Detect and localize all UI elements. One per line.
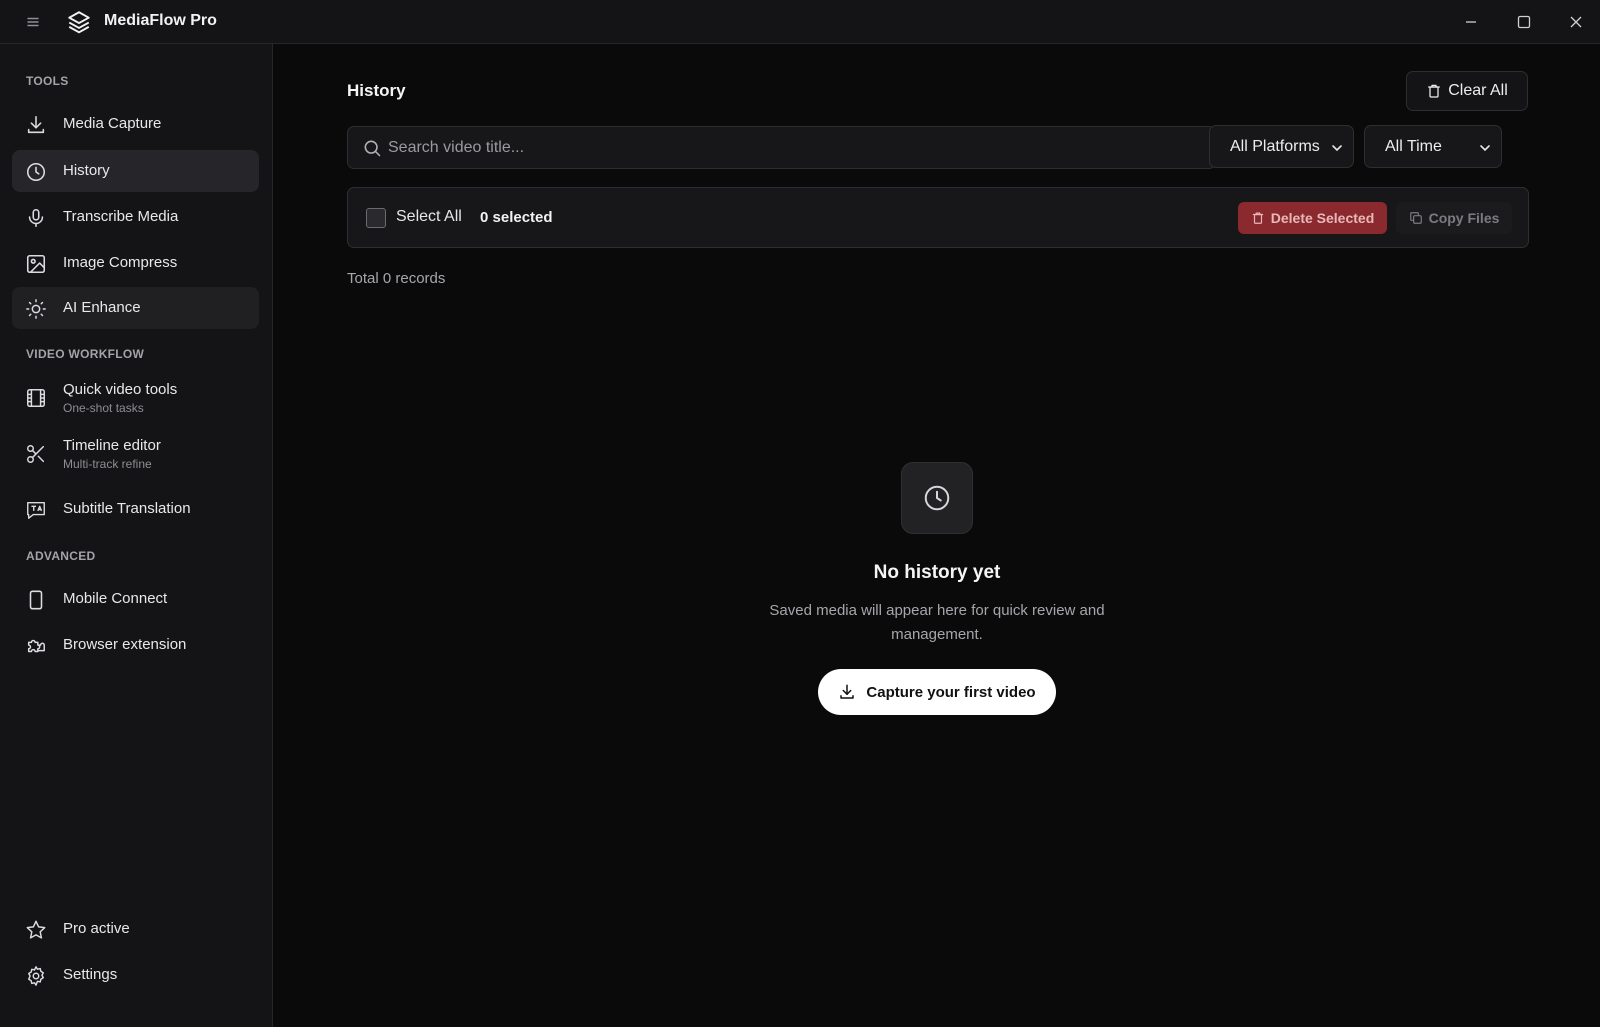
sidebar-item-label: Quick video tools xyxy=(63,381,178,398)
sidebar-item-transcribe-media[interactable]: Transcribe Media xyxy=(12,196,259,238)
clock-icon xyxy=(25,161,47,183)
sidebar-item-label: Timeline editor xyxy=(63,437,161,454)
sidebar-item-mobile-connect[interactable]: Mobile Connect xyxy=(12,578,259,620)
selected-count: 0 selected xyxy=(480,209,553,226)
sidebar-item-label: Image Compress xyxy=(63,254,178,271)
clear-all-label: Clear All xyxy=(1448,82,1508,99)
sidebar-item-quick-video-tools[interactable]: Quick video tools One-shot tasks xyxy=(12,376,259,418)
sidebar-item-label: Media Capture xyxy=(63,115,162,132)
hamburger-menu-icon[interactable] xyxy=(24,13,42,31)
sidebar-item-label: Transcribe Media xyxy=(63,208,179,225)
sidebar-item-subtitle-translation[interactable]: Subtitle Translation xyxy=(12,488,259,530)
minimize-button[interactable] xyxy=(1459,10,1483,34)
chevron-down-icon xyxy=(1478,141,1492,155)
phone-icon xyxy=(25,589,47,611)
capture-first-video-button[interactable]: Capture your first video xyxy=(818,669,1056,715)
sidebar-item-label: History xyxy=(63,162,110,179)
trash-icon xyxy=(1251,211,1265,225)
sidebar-item-label: Pro active xyxy=(63,920,130,937)
chevron-down-icon xyxy=(1330,141,1344,155)
page-title: History xyxy=(347,81,406,100)
app-title: MediaFlow Pro xyxy=(104,12,217,29)
sidebar-item-label: Mobile Connect xyxy=(63,590,168,607)
image-icon xyxy=(25,253,47,275)
main-content: History Clear All All Platforms All Time… xyxy=(274,44,1600,1027)
search-box xyxy=(347,126,1216,169)
capture-first-video-label: Capture your first video xyxy=(866,683,1036,701)
sidebar-item-sublabel: Multi-track refine xyxy=(63,457,152,471)
sidebar-item-timeline-editor[interactable]: Timeline editor Multi-track refine xyxy=(12,432,259,474)
sidebar-item-media-capture[interactable]: Media Capture xyxy=(12,103,259,145)
microphone-icon xyxy=(25,207,47,229)
sidebar-item-label: Settings xyxy=(63,966,118,983)
section-label-advanced: ADVANCED xyxy=(26,549,96,563)
sidebar-item-image-compress[interactable]: Image Compress xyxy=(12,242,259,284)
sparkle-icon xyxy=(25,298,47,320)
empty-state-description: Saved media will appear here for quick r… xyxy=(769,602,1105,643)
sidebar-item-pro-active[interactable]: Pro active xyxy=(12,908,259,950)
delete-selected-button[interactable]: Delete Selected xyxy=(1238,202,1387,234)
trash-icon xyxy=(1426,83,1442,99)
platform-filter-value: All Platforms xyxy=(1230,138,1320,155)
section-label-tools: TOOLS xyxy=(26,74,69,88)
sidebar-item-settings[interactable]: Settings xyxy=(12,954,259,996)
clock-icon xyxy=(922,483,952,513)
sidebar-item-browser-extension[interactable]: Browser extension xyxy=(12,624,259,666)
selection-toolbar: Select All 0 selected Delete Selected Co… xyxy=(347,187,1529,248)
select-all-label[interactable]: Select All xyxy=(396,208,462,226)
sidebar-item-sublabel: One-shot tasks xyxy=(63,401,144,415)
sidebar-item-label: AI Enhance xyxy=(63,299,141,316)
sidebar-item-ai-enhance[interactable]: AI Enhance xyxy=(12,287,259,329)
film-icon xyxy=(25,387,47,409)
select-all-checkbox[interactable] xyxy=(366,208,386,228)
search-input[interactable] xyxy=(388,128,1188,167)
close-button[interactable] xyxy=(1564,10,1588,34)
sidebar-item-history[interactable]: History xyxy=(12,150,259,192)
total-records: Total 0 records xyxy=(347,270,446,287)
sidebar-item-label: Subtitle Translation xyxy=(63,500,191,517)
section-label-video-workflow: VIDEO WORKFLOW xyxy=(26,347,145,361)
delete-selected-label: Delete Selected xyxy=(1270,210,1375,226)
time-filter-select[interactable]: All Time xyxy=(1364,125,1502,168)
scissors-icon xyxy=(25,443,47,465)
empty-state-title: No history yet xyxy=(873,562,1001,583)
empty-state-icon xyxy=(901,462,973,534)
copy-files-button[interactable]: Copy Files xyxy=(1396,202,1512,234)
search-icon xyxy=(362,138,382,158)
copy-icon xyxy=(1409,211,1423,225)
copy-files-label: Copy Files xyxy=(1428,210,1500,226)
app-logo-icon xyxy=(66,9,92,35)
time-filter-value: All Time xyxy=(1385,138,1442,155)
sidebar: TOOLS Media Capture History Transcribe M… xyxy=(0,44,273,1027)
gear-icon xyxy=(25,965,47,987)
sidebar-item-label: Browser extension xyxy=(63,636,187,653)
translate-icon xyxy=(25,499,47,521)
puzzle-icon xyxy=(25,635,47,657)
platform-filter-select[interactable]: All Platforms xyxy=(1209,125,1354,168)
clear-all-button[interactable]: Clear All xyxy=(1406,71,1528,111)
title-bar: MediaFlow Pro xyxy=(0,0,1600,44)
download-icon xyxy=(838,683,856,701)
maximize-button[interactable] xyxy=(1512,10,1536,34)
download-icon xyxy=(25,114,47,136)
star-icon xyxy=(25,919,47,941)
